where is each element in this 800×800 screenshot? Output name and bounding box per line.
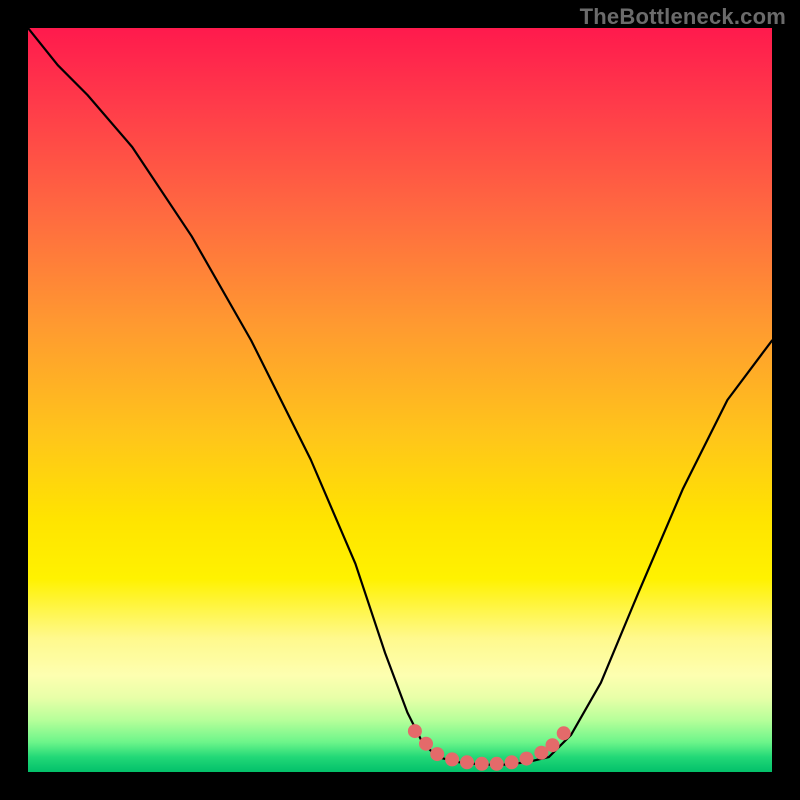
valley-marker-dot — [408, 724, 422, 738]
valley-marker-dot — [520, 752, 534, 766]
plot-area — [28, 28, 772, 772]
valley-marker-dot — [460, 755, 474, 769]
curve-layer — [28, 28, 772, 772]
valley-marker-dot — [557, 726, 571, 740]
bottleneck-curve — [28, 28, 772, 765]
valley-marker-dot — [546, 738, 560, 752]
chart-frame: TheBottleneck.com — [0, 0, 800, 800]
valley-marker-dot — [490, 757, 504, 771]
valley-marker-dot — [475, 757, 489, 771]
valley-marker-dot — [505, 755, 519, 769]
brand-watermark: TheBottleneck.com — [580, 4, 786, 30]
valley-marker-dot — [430, 747, 444, 761]
valley-marker-dot — [445, 752, 459, 766]
valley-marker-dot — [419, 737, 433, 751]
